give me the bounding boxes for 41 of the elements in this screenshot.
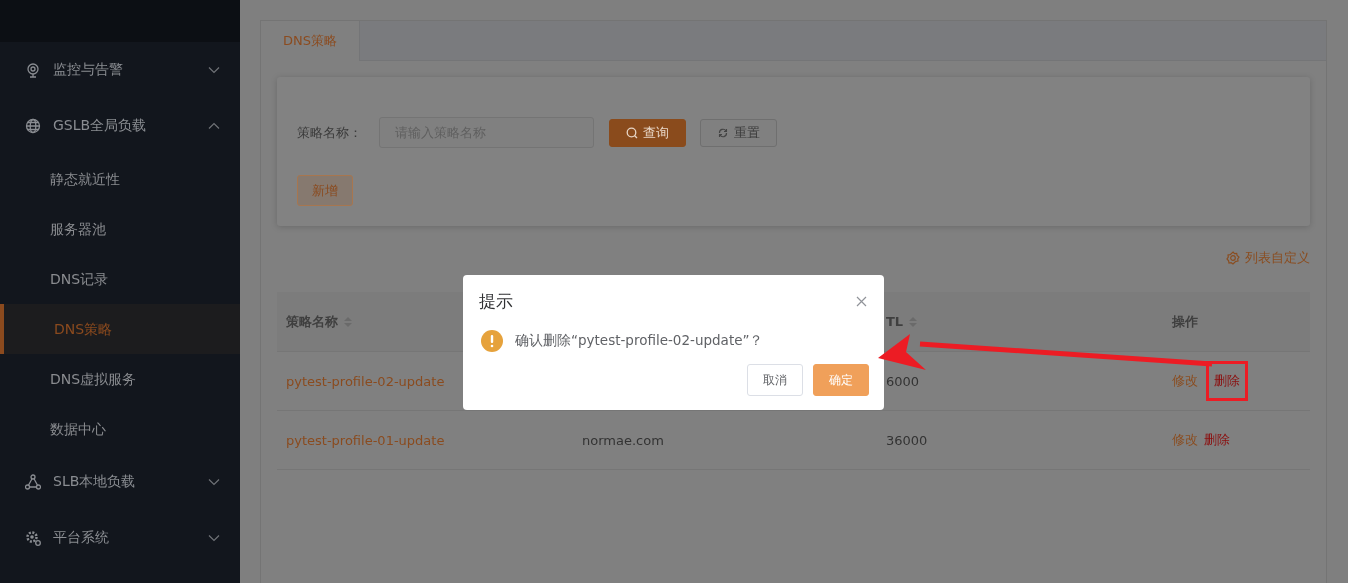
table-cell-link[interactable]: pytest-profile-01-update bbox=[286, 432, 445, 448]
column-header: 操作 bbox=[1172, 312, 1198, 331]
close-icon bbox=[856, 295, 867, 307]
confirm-button[interactable]: 确定 bbox=[813, 364, 869, 396]
menu-group[interactable]: 平台系统 bbox=[0, 510, 240, 566]
dialog-title: 提示 bbox=[479, 289, 513, 313]
search-button[interactable]: 查询 bbox=[609, 118, 686, 147]
column-settings-link[interactable]: 列表自定义 bbox=[1226, 248, 1310, 268]
column-header: TL bbox=[886, 314, 904, 329]
table-cell: 36000 bbox=[886, 432, 928, 448]
tab[interactable]: DNS策略 bbox=[261, 21, 360, 61]
menu-item[interactable]: DNS策略 bbox=[0, 304, 240, 354]
table-cell: 6000 bbox=[886, 373, 920, 389]
delete-link[interactable]: 删除 bbox=[1214, 373, 1240, 388]
menu-item[interactable]: DNS虚拟服务 bbox=[0, 354, 240, 404]
delete-link[interactable]: 删除 bbox=[1204, 431, 1230, 449]
menu-item[interactable]: 静态就近性 bbox=[0, 154, 240, 204]
table-cell-link[interactable]: pytest-profile-02-update bbox=[286, 373, 445, 389]
table-cell: normae.com bbox=[582, 432, 664, 448]
search-icon bbox=[626, 126, 638, 139]
menu-group[interactable]: GSLB全局负载 bbox=[0, 98, 240, 154]
field-label: 策略名称： bbox=[297, 123, 363, 142]
menu-group[interactable]: 监控与告警 bbox=[0, 42, 240, 98]
warning-icon bbox=[481, 330, 503, 352]
menu-item[interactable]: 数据中心 bbox=[0, 404, 240, 454]
reset-button[interactable]: 重置 bbox=[700, 118, 777, 147]
gear-icon bbox=[25, 530, 41, 546]
gear-icon bbox=[1226, 251, 1240, 265]
menu-item[interactable]: 服务器池 bbox=[0, 204, 240, 254]
add-button[interactable]: 新增 bbox=[297, 175, 353, 206]
edit-link[interactable]: 修改 bbox=[1172, 372, 1198, 390]
dialog-message: 确认删除“pytest-profile-02-update”？ bbox=[515, 332, 764, 350]
globe-icon bbox=[25, 118, 41, 134]
cancel-button[interactable]: 取消 bbox=[747, 364, 803, 396]
edit-link[interactable]: 修改 bbox=[1172, 431, 1198, 449]
column-header: 策略名称 bbox=[286, 312, 338, 331]
menu-item[interactable]: DNS记录 bbox=[0, 254, 240, 304]
network-icon bbox=[25, 474, 41, 490]
refresh-icon bbox=[717, 126, 729, 139]
webcam-icon bbox=[25, 62, 41, 78]
menu-group[interactable]: SLB本地负载 bbox=[0, 454, 240, 510]
